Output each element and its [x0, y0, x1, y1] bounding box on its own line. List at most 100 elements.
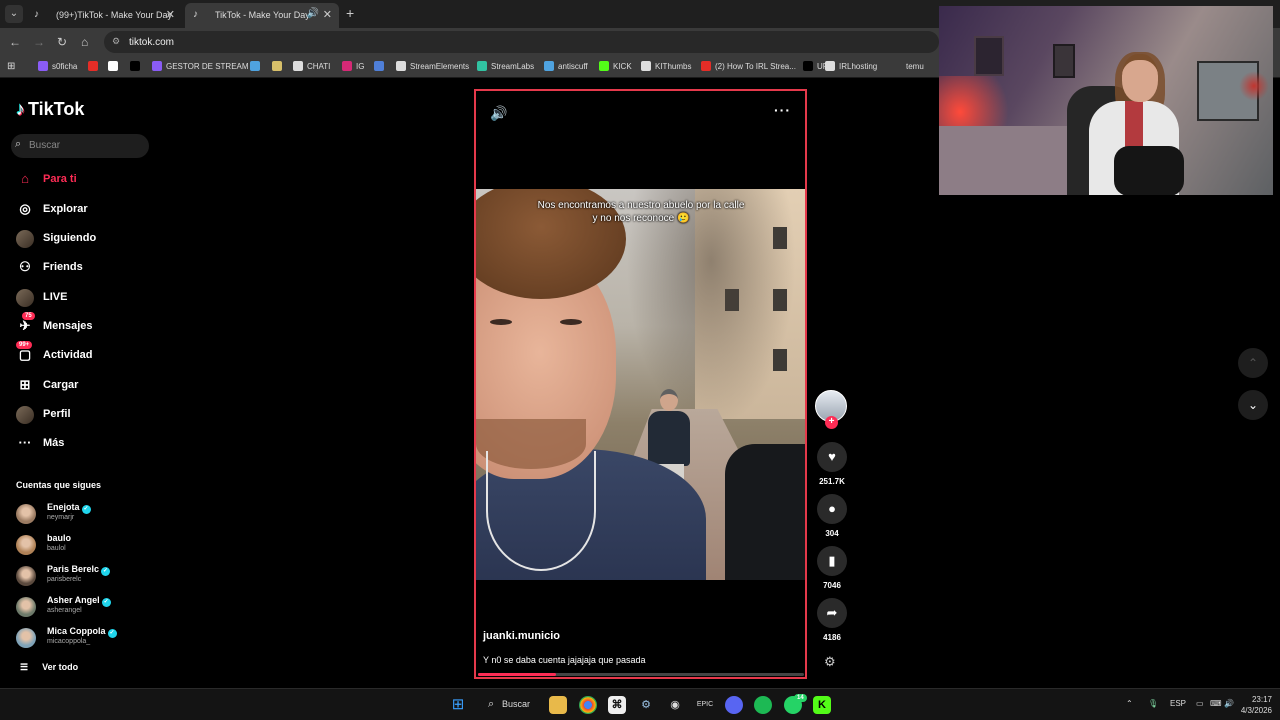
- video-frame[interactable]: Nos encontramos a nuestro abuelo por la …: [476, 189, 805, 580]
- tab-search-button[interactable]: ⌄: [5, 5, 23, 23]
- tab-audio-icon[interactable]: 🔊: [307, 8, 319, 19]
- bookmark-favicon-icon: [108, 61, 118, 71]
- following-handle: asherangel: [47, 607, 82, 614]
- following-item[interactable]: Asher Angel ✓ asherangel: [16, 595, 156, 619]
- forward-icon[interactable]: →: [33, 35, 45, 49]
- search-input[interactable]: ⌕ Buscar: [11, 134, 149, 158]
- reload-icon[interactable]: ↻: [57, 35, 67, 49]
- bookmark-favicon-icon: [152, 61, 162, 71]
- bookmark-item[interactable]: [108, 61, 122, 71]
- microphone-icon[interactable]: 🎙: [1148, 699, 1158, 708]
- comment-icon: ●: [817, 494, 847, 524]
- windows-start-icon[interactable]: ⊞: [449, 696, 467, 714]
- search-placeholder: Buscar: [29, 140, 61, 151]
- display-icon[interactable]: ▭: [1196, 699, 1204, 708]
- previous-video-button[interactable]: ⌃: [1238, 348, 1268, 378]
- volume-icon[interactable]: 🔊: [490, 105, 507, 122]
- back-icon[interactable]: ←: [9, 35, 21, 49]
- address-bar[interactable]: ⚙ tiktok.com: [104, 31, 939, 53]
- tray-overflow-icon[interactable]: ⌃: [1126, 699, 1133, 708]
- bookmark-favicon-icon: [293, 61, 303, 71]
- tiktok-note-icon: ♪: [16, 99, 25, 119]
- bookmark-item[interactable]: IRLhosting: [825, 61, 877, 71]
- language-indicator[interactable]: ESP: [1170, 699, 1186, 708]
- steam-icon[interactable]: ⚙: [637, 696, 655, 714]
- taskbar-search[interactable]: ⌕ Buscar: [482, 695, 542, 715]
- kick-icon[interactable]: K: [813, 696, 831, 714]
- following-title: Cuentas que sigues: [16, 480, 102, 490]
- bookmark-favicon-icon: [892, 61, 902, 71]
- next-video-button[interactable]: ⌄: [1238, 390, 1268, 420]
- whatsapp-badge: 14: [794, 694, 807, 702]
- video-caption: Nos encontramos a nuestro abuelo por la …: [537, 200, 745, 224]
- bookmark-item[interactable]: [130, 61, 144, 71]
- share-button[interactable]: ➦ 4186: [816, 598, 848, 642]
- bookmark-item[interactable]: GESTOR DE STREAM: [152, 61, 249, 71]
- discord-icon[interactable]: [725, 696, 743, 714]
- following-item[interactable]: baulo baulol: [16, 533, 156, 557]
- following-handle: micacoppola_: [47, 638, 91, 645]
- following-item[interactable]: Enejota ✓ neymarjr: [16, 502, 156, 526]
- bookmark-item[interactable]: [374, 61, 388, 71]
- creator-username[interactable]: juanki.municio: [483, 630, 560, 642]
- search-icon: ⌕: [15, 138, 22, 150]
- following-handle: parisberelc: [47, 576, 82, 583]
- new-tab-button[interactable]: +: [346, 5, 354, 21]
- tiktok-logo[interactable]: ♪ TikTok: [16, 99, 84, 120]
- follow-plus-button[interactable]: +: [825, 416, 838, 429]
- save-button[interactable]: ▮ 7046: [816, 546, 848, 590]
- bookmark-item[interactable]: StreamLabs: [477, 61, 534, 71]
- bookmark-item[interactable]: [88, 61, 102, 71]
- music-disc-icon[interactable]: ⚙: [824, 654, 836, 670]
- close-tab-icon[interactable]: ✕: [323, 8, 332, 21]
- bookmark-favicon-icon: [38, 61, 48, 71]
- following-item[interactable]: Mica Coppola ✓ micacoppola_: [16, 626, 156, 650]
- file-explorer-icon[interactable]: [549, 696, 567, 714]
- bookmark-favicon-icon: [88, 61, 98, 71]
- bookmark-favicon-icon: [641, 61, 651, 71]
- browser-tab[interactable]: ♪ (99+)TikTok - Make Your Day ✕: [26, 3, 182, 28]
- following-item[interactable]: Paris Berelc ✓ parisberelc: [16, 564, 156, 588]
- bookmark-favicon-icon: [544, 61, 554, 71]
- bookmark-item[interactable]: CHATI: [293, 61, 330, 71]
- epic-games-icon[interactable]: EPIC: [696, 696, 714, 714]
- video-description: Y n0 se daba cuenta jajajaja que pasada: [483, 655, 646, 665]
- following-name: Asher Angel ✓: [47, 595, 111, 607]
- upload-icon: ⊞: [19, 377, 31, 392]
- capcut-icon[interactable]: ⌘: [608, 696, 626, 714]
- bookmark-item[interactable]: KICK: [599, 61, 632, 71]
- obs-icon[interactable]: ◉: [666, 696, 684, 714]
- browser-tab-active[interactable]: ♪ TikTok - Make Your Day 🔊 ✕: [185, 3, 339, 28]
- close-tab-icon[interactable]: ✕: [166, 8, 175, 21]
- bookmark-item[interactable]: IG: [342, 61, 364, 71]
- url-text: tiktok.com: [129, 37, 175, 48]
- spotify-icon[interactable]: [754, 696, 772, 714]
- bookmark-item[interactable]: StreamElements: [396, 61, 469, 71]
- network-icon[interactable]: ⌨: [1210, 699, 1222, 708]
- comment-button[interactable]: ● 304: [816, 494, 848, 538]
- bookmark-item[interactable]: (2) How To IRL Strea...: [701, 61, 796, 71]
- home-icon[interactable]: ⌂: [81, 35, 88, 49]
- bookmark-item[interactable]: [250, 61, 264, 71]
- bookmark-item[interactable]: temu: [892, 61, 924, 71]
- system-clock[interactable]: 23:17 4/3/2026: [1230, 694, 1272, 716]
- following-name: Mica Coppola ✓: [47, 626, 117, 638]
- bookmark-favicon-icon: [396, 61, 406, 71]
- see-all-link[interactable]: ☰ Ver todo: [20, 662, 78, 673]
- bookmark-item[interactable]: s0ficha: [38, 61, 77, 71]
- site-info-icon[interactable]: ⚙: [112, 36, 120, 47]
- chrome-icon[interactable]: [579, 696, 597, 714]
- bookmark-item[interactable]: antiscuff: [544, 61, 588, 71]
- video-player[interactable]: 🔊 ··· Nos encontramos a nuestro abuelo p…: [474, 89, 807, 679]
- avatar: [16, 628, 36, 648]
- verified-icon: ✓: [107, 629, 117, 638]
- following-avatar-icon: [16, 230, 34, 248]
- more-options-icon[interactable]: ···: [774, 102, 791, 118]
- video-progress-bar[interactable]: [478, 673, 804, 676]
- apps-icon[interactable]: ⊞: [7, 61, 15, 72]
- verified-icon: ✓: [101, 567, 111, 576]
- bookmark-item[interactable]: KIThumbs: [641, 61, 691, 71]
- like-button[interactable]: ♥ 251.7K: [816, 442, 848, 486]
- bookmark-item[interactable]: [272, 61, 286, 71]
- tab-title: (99+)TikTok - Make Your Day: [56, 10, 172, 20]
